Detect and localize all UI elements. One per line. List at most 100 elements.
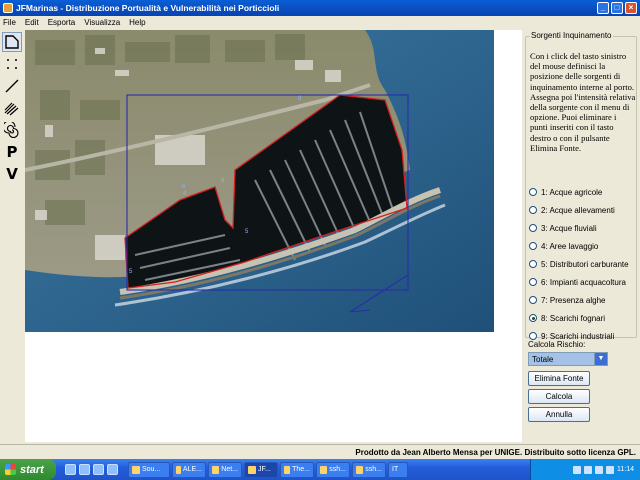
maximize-button[interactable]: □ xyxy=(611,2,623,14)
taskbar-item-label: The... xyxy=(292,466,310,473)
start-button[interactable]: start xyxy=(0,459,56,480)
quick-launch-icon[interactable] xyxy=(107,464,118,475)
source-radio-1[interactable]: 1: Acque agricole xyxy=(529,183,629,201)
risk-select-value: Totale xyxy=(532,354,554,364)
source-radio-6[interactable]: 6: Impianti acquacoltura xyxy=(529,273,629,291)
multiline-tool-icon xyxy=(4,102,19,116)
system-tray: 11:14 xyxy=(530,459,640,480)
source-radio-list: 1: Acque agricole 2: Acque allevamenti 3… xyxy=(529,183,629,345)
taskbar-item[interactable]: ssh... xyxy=(316,461,350,478)
aerial-map[interactable]: 8 6 8 5 5 4 xyxy=(25,30,494,332)
quick-launch-icon[interactable] xyxy=(93,464,104,475)
spiral-tool-button[interactable] xyxy=(2,120,22,140)
radio-button[interactable] xyxy=(529,296,537,304)
taskbar-item[interactable]: ssh... xyxy=(352,461,386,478)
menu-file[interactable]: File xyxy=(3,18,16,27)
security-icon[interactable] xyxy=(595,465,603,474)
sources-panel: Sorgenti Inquinamento Con i click del ta… xyxy=(522,30,640,444)
menu-help[interactable]: Help xyxy=(129,18,145,27)
line-tool-icon xyxy=(5,79,19,93)
radio-button[interactable] xyxy=(529,242,537,250)
radio-label: 8: Scarichi fognari xyxy=(541,313,606,323)
calculate-button[interactable]: Calcola xyxy=(528,389,590,404)
quick-launch-icon[interactable] xyxy=(65,464,76,475)
menu-visualizza[interactable]: Visualizza xyxy=(84,18,120,27)
map-canvas[interactable]: 8 6 8 5 5 4 xyxy=(25,30,494,332)
credit-text: Prodotto da Jean Alberto Mensa per UNIGE… xyxy=(355,448,636,457)
app-icon xyxy=(212,465,220,474)
app-icon xyxy=(3,3,13,13)
sources-groupbox: Sorgenti Inquinamento Con i click del ta… xyxy=(525,31,637,341)
multiline-tool-button[interactable] xyxy=(2,98,22,118)
quick-launch-icon[interactable] xyxy=(79,464,90,475)
close-button[interactable]: × xyxy=(625,2,637,14)
canvas-blank-area[interactable] xyxy=(25,332,522,442)
radio-button[interactable] xyxy=(529,260,537,268)
menu-bar: File Edit Esporta Visualizza Help xyxy=(0,16,640,29)
app-icon xyxy=(176,465,181,474)
radio-button[interactable] xyxy=(529,224,537,232)
radio-button[interactable] xyxy=(529,206,537,214)
taskbar-item-label: ssh... xyxy=(365,466,382,473)
taskbar: start Sou... ALE... Net... JF... The... … xyxy=(0,459,640,480)
source-radio-2[interactable]: 2: Acque allevamenti xyxy=(529,201,629,219)
v-tool-icon: V xyxy=(6,165,18,183)
taskbar-item-active[interactable]: JF... xyxy=(244,461,278,478)
volume-icon[interactable] xyxy=(584,465,592,474)
radio-button-selected[interactable] xyxy=(529,314,537,322)
radio-button[interactable] xyxy=(529,188,537,196)
terminal-icon xyxy=(320,465,328,474)
taskbar-item-label: Net... xyxy=(221,466,238,473)
risk-select[interactable]: Totale ▼ xyxy=(528,352,608,366)
menu-esporta[interactable]: Esporta xyxy=(48,18,76,27)
p-tool-icon: P xyxy=(6,143,18,161)
radio-label: 3: Acque fluviali xyxy=(541,223,597,233)
taskbar-item-label: ALE... xyxy=(182,466,202,473)
app-icon xyxy=(132,465,140,474)
p-tool-button[interactable]: P xyxy=(2,142,22,162)
radio-label: 2: Acque allevamenti xyxy=(541,205,615,215)
terminal-icon xyxy=(356,465,364,474)
taskbar-tasks: Sou... ALE... Net... JF... The... ssh...… xyxy=(128,461,408,478)
status-bar: Prodotto da Jean Alberto Mensa per UNIGE… xyxy=(0,444,640,459)
polygon-tool-button[interactable] xyxy=(2,32,22,52)
menu-edit[interactable]: Edit xyxy=(25,18,39,27)
v-tool-button[interactable]: V xyxy=(2,164,22,184)
tray-icon[interactable] xyxy=(606,465,614,474)
radio-button[interactable] xyxy=(529,278,537,286)
source-radio-7[interactable]: 7: Presenza alghe xyxy=(529,291,629,309)
source-radio-4[interactable]: 4: Aree lavaggio xyxy=(529,237,629,255)
radio-label: 1: Acque agricole xyxy=(541,187,603,197)
taskbar-item[interactable]: Net... xyxy=(208,461,242,478)
radio-label: 6: Impianti acquacoltura xyxy=(541,277,626,287)
title-bar: JFMarinas - Distribuzione Portualità e V… xyxy=(0,0,640,16)
taskbar-item-label: ssh... xyxy=(329,466,346,473)
app-icon xyxy=(284,465,291,474)
spiral-tool-icon xyxy=(4,122,19,138)
source-radio-8[interactable]: 8: Scarichi fognari xyxy=(529,309,629,327)
taskbar-item[interactable]: ALE... xyxy=(172,461,206,478)
app-icon xyxy=(248,465,256,474)
chevron-down-icon[interactable]: ▼ xyxy=(594,353,607,365)
line-tool-button[interactable] xyxy=(2,76,22,96)
radio-label: 7: Presenza alghe xyxy=(541,295,606,305)
taskbar-item[interactable]: The... xyxy=(280,461,314,478)
windows-logo-icon xyxy=(5,464,16,475)
tool-palette: P V xyxy=(0,30,24,450)
points-tool-button[interactable] xyxy=(2,54,22,74)
minimize-button[interactable]: _ xyxy=(597,2,609,14)
groupbox-title: Sorgenti Inquinamento xyxy=(530,31,613,40)
network-icon[interactable] xyxy=(573,465,581,474)
taskbar-item[interactable]: Sou... xyxy=(128,461,170,478)
language-indicator[interactable]: IT xyxy=(388,461,408,478)
cancel-button[interactable]: Annulla xyxy=(528,407,590,422)
calc-risk-label: Calcola Rischio: xyxy=(528,340,586,349)
radio-label: 5: Distributori carburante xyxy=(541,259,629,269)
source-radio-3[interactable]: 3: Acque fluviali xyxy=(529,219,629,237)
canvas-margin xyxy=(494,30,522,332)
source-radio-5[interactable]: 5: Distributori carburante xyxy=(529,255,629,273)
radio-button[interactable] xyxy=(529,332,537,340)
clock[interactable]: 11:14 xyxy=(617,466,634,473)
remove-source-button[interactable]: Elimina Fonte xyxy=(528,371,590,386)
polygon-tool-icon xyxy=(5,35,19,49)
